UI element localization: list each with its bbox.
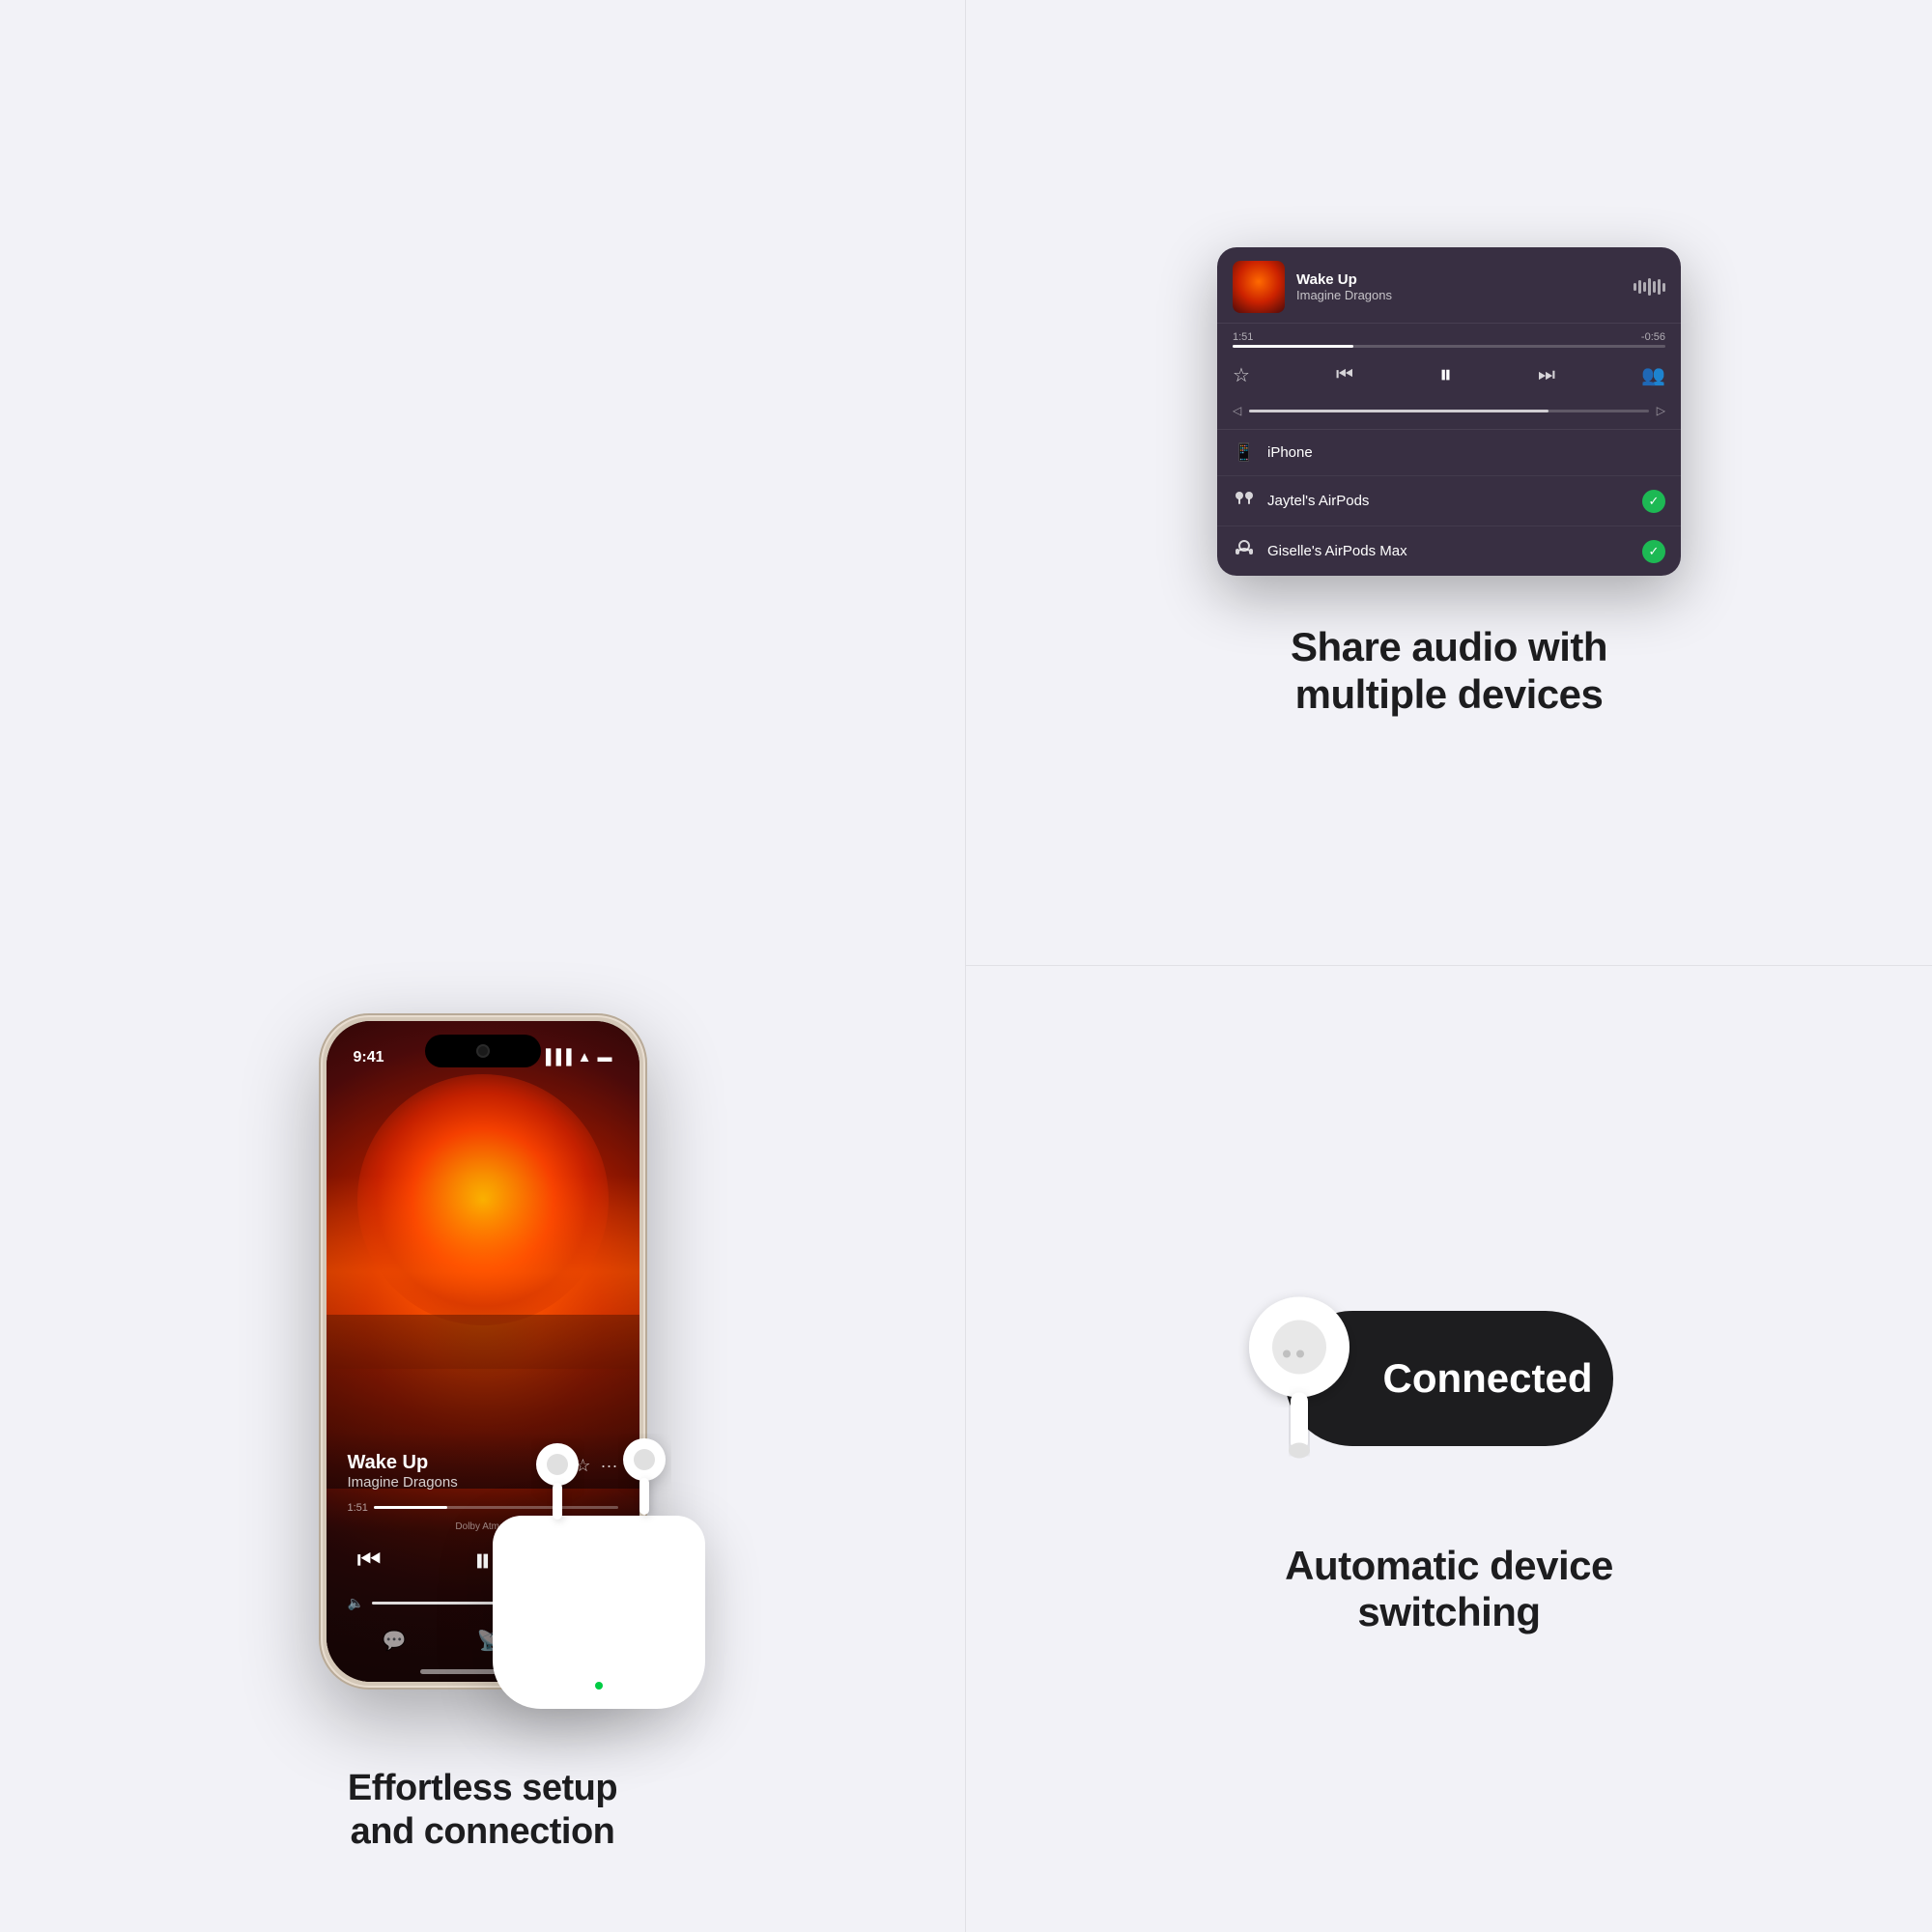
card-rewind-button[interactable]: ⏮ bbox=[1336, 364, 1353, 386]
iphone-device-name: iPhone bbox=[1267, 444, 1665, 461]
progress-fill bbox=[374, 1506, 447, 1509]
card-vol-low-icon: ◁ bbox=[1233, 404, 1241, 417]
wave-bar-7 bbox=[1662, 283, 1665, 292]
caption-line1: Effortless setup bbox=[348, 1767, 617, 1811]
switching-caption: Automatic device switching bbox=[1285, 1543, 1613, 1636]
wifi-icon: ▲ bbox=[578, 1049, 592, 1065]
card-time-elapsed: 1:51 bbox=[1233, 331, 1253, 343]
front-camera bbox=[476, 1044, 490, 1058]
pause-button[interactable]: ⏸ bbox=[474, 1540, 492, 1581]
airpods-connected-visual: Connected bbox=[1256, 1243, 1642, 1514]
card-volume-fill bbox=[1249, 410, 1548, 412]
switching-title-line2: switching bbox=[1285, 1589, 1613, 1635]
card-progress-container bbox=[1217, 345, 1681, 355]
airpods-case bbox=[493, 1516, 705, 1709]
song-info: Wake Up Imagine Dragons bbox=[348, 1452, 458, 1491]
song-artist: Imagine Dragons bbox=[348, 1474, 458, 1491]
card-controls: ☆ ⏮ ⏸ ⏭ 👥 bbox=[1217, 355, 1681, 400]
airpod-left bbox=[531, 1438, 584, 1525]
right-top-section: Wake Up Imagine Dragons 1:51 -0:56 bbox=[966, 0, 1932, 966]
wave-bar-1 bbox=[1634, 283, 1636, 291]
caption-line2: and connection bbox=[348, 1810, 617, 1855]
song-title: Wake Up bbox=[348, 1452, 458, 1474]
giselle-device-name: Giselle's AirPods Max bbox=[1267, 543, 1631, 559]
jaytel-check-icon: ✓ bbox=[1642, 490, 1665, 513]
card-pause-button[interactable]: ⏸ bbox=[1439, 359, 1452, 390]
card-share-icon[interactable]: 👥 bbox=[1641, 363, 1665, 387]
share-title-line2: multiple devices bbox=[1291, 671, 1607, 718]
volume-low-icon: 🔈 bbox=[348, 1595, 364, 1611]
right-bottom-section: Connected Automatic device switching bbox=[966, 966, 1932, 1932]
device-list: 📱 iPhone Jaytel's AirPods ✓ bbox=[1217, 429, 1681, 576]
share-title-line1: Share audio with bbox=[1291, 624, 1607, 670]
card-progress-track[interactable] bbox=[1233, 345, 1665, 348]
right-panel: Wake Up Imagine Dragons 1:51 -0:56 bbox=[966, 0, 1932, 1932]
airpods-jaytel-icon bbox=[1233, 489, 1256, 513]
iphone-notch bbox=[425, 1035, 541, 1067]
signal-icon: ▐▐▐ bbox=[541, 1049, 572, 1065]
giselle-check-icon: ✓ bbox=[1642, 540, 1665, 563]
left-panel: 9:41 ▐▐▐ ▲ ▬ Wake Up Im bbox=[0, 0, 966, 1932]
airpods-with-case bbox=[493, 1516, 705, 1709]
battery-icon: ▬ bbox=[598, 1049, 612, 1065]
status-time: 9:41 bbox=[354, 1049, 384, 1066]
iphone-container: 9:41 ▐▐▐ ▲ ▬ Wake Up Im bbox=[319, 58, 647, 1690]
device-item-jaytel[interactable]: Jaytel's AirPods ✓ bbox=[1217, 476, 1681, 526]
wave-bar-4 bbox=[1648, 278, 1651, 296]
rewind-button[interactable]: ⏮ bbox=[357, 1545, 382, 1577]
time-elapsed: 1:51 bbox=[348, 1502, 368, 1514]
airpod-svg-container bbox=[1227, 1284, 1372, 1472]
wave-bar-3 bbox=[1643, 282, 1646, 292]
switching-title-line1: Automatic device bbox=[1285, 1543, 1613, 1589]
card-now-playing: Wake Up Imagine Dragons bbox=[1217, 247, 1681, 324]
device-item-giselle[interactable]: Giselle's AirPods Max ✓ bbox=[1217, 526, 1681, 576]
card-waveform bbox=[1634, 275, 1665, 298]
more-icon[interactable]: ··· bbox=[601, 1456, 618, 1476]
share-audio-caption: Share audio with multiple devices bbox=[1291, 624, 1607, 718]
case-led bbox=[595, 1682, 603, 1690]
card-volume-row: ◁ ▷ bbox=[1217, 400, 1681, 429]
card-time-remaining: -0:56 bbox=[1641, 331, 1665, 343]
card-fastforward-button[interactable]: ⏭ bbox=[1538, 364, 1555, 386]
card-volume-track[interactable] bbox=[1249, 410, 1649, 412]
card-song-title: Wake Up bbox=[1296, 271, 1622, 288]
wave-bar-2 bbox=[1638, 280, 1641, 294]
wave-bar-6 bbox=[1658, 279, 1661, 295]
chat-tab-icon[interactable]: 💬 bbox=[383, 1629, 407, 1653]
iphone-device-icon: 📱 bbox=[1233, 442, 1256, 463]
airpods-max-giselle-icon bbox=[1233, 539, 1256, 563]
card-album-art bbox=[1233, 261, 1285, 313]
airpod-right bbox=[618, 1434, 671, 1520]
left-caption: Effortless setup and connection bbox=[348, 1767, 617, 1855]
wave-bar-5 bbox=[1653, 281, 1656, 293]
music-card: Wake Up Imagine Dragons 1:51 -0:56 bbox=[1217, 247, 1681, 576]
jaytel-device-name: Jaytel's AirPods bbox=[1267, 493, 1631, 509]
card-time-row: 1:51 -0:56 bbox=[1217, 324, 1681, 345]
card-progress-fill bbox=[1233, 345, 1353, 348]
device-item-iphone[interactable]: 📱 iPhone bbox=[1217, 430, 1681, 476]
card-vol-high-icon: ▷ bbox=[1657, 404, 1665, 417]
card-song-artist: Imagine Dragons bbox=[1296, 288, 1622, 302]
status-icons: ▐▐▐ ▲ ▬ bbox=[541, 1049, 612, 1065]
card-song-info: Wake Up Imagine Dragons bbox=[1296, 271, 1622, 302]
card-star-icon[interactable]: ☆ bbox=[1233, 363, 1250, 387]
